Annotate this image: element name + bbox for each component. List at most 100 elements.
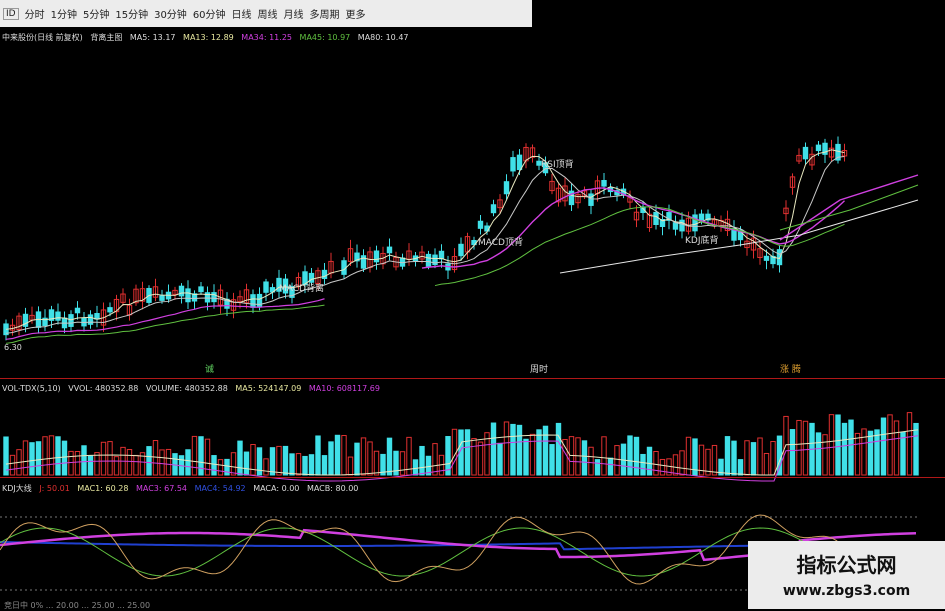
volume-bar bbox=[776, 435, 783, 476]
volume-bar bbox=[42, 436, 48, 476]
volume-bar bbox=[22, 440, 29, 476]
candle bbox=[698, 213, 705, 221]
volume-bar bbox=[802, 420, 809, 476]
candle bbox=[386, 246, 393, 254]
candle bbox=[802, 146, 809, 160]
volume-bar bbox=[87, 455, 94, 476]
candle bbox=[815, 144, 822, 152]
volume-bar bbox=[835, 414, 841, 476]
candle bbox=[588, 193, 594, 206]
bottom-status: 竞日中 0% ... 20.00 ... 25.00 ... 25.00 bbox=[4, 601, 151, 610]
volume-bar bbox=[55, 436, 61, 476]
vol-ma10-value: MA10: 608117.69 bbox=[308, 384, 380, 393]
candle bbox=[490, 204, 497, 214]
kdj-mac3-value: MAC3: 67.54 bbox=[135, 484, 188, 493]
volume-bar bbox=[841, 422, 848, 476]
volume-bar bbox=[724, 436, 731, 476]
candle bbox=[107, 307, 113, 313]
candle bbox=[250, 294, 256, 308]
volume-bar bbox=[887, 414, 893, 476]
candle bbox=[68, 314, 74, 327]
volume-bar bbox=[549, 444, 555, 476]
candle bbox=[74, 307, 81, 314]
watermark-url: www.zbgs3.com bbox=[782, 583, 911, 599]
price-chart[interactable] bbox=[0, 0, 945, 609]
volume-bar bbox=[893, 420, 900, 476]
annotation-kdj: KDJ底背 bbox=[685, 236, 719, 246]
candle bbox=[672, 222, 679, 230]
volume-bar bbox=[94, 452, 100, 476]
volume-bar bbox=[315, 435, 321, 476]
volume-bar bbox=[9, 454, 16, 476]
vvol-value: VVOL: 480352.88 bbox=[68, 384, 139, 393]
volume-bar bbox=[542, 425, 549, 476]
candle bbox=[55, 311, 61, 321]
volume-bar bbox=[815, 432, 822, 476]
volume-bar bbox=[731, 440, 737, 476]
candle bbox=[198, 286, 204, 293]
volume-bar bbox=[867, 430, 874, 476]
candle bbox=[503, 181, 510, 195]
candle bbox=[211, 292, 217, 303]
volume-bar bbox=[477, 441, 484, 476]
volume-bar bbox=[230, 452, 237, 476]
volume-bar bbox=[159, 449, 165, 476]
volume-bar bbox=[81, 445, 87, 476]
volume-bar bbox=[653, 450, 659, 476]
candle bbox=[601, 180, 607, 187]
volume-bar bbox=[601, 436, 607, 476]
volume-bar bbox=[100, 441, 107, 476]
volume-bar bbox=[165, 448, 172, 476]
candle bbox=[692, 214, 698, 232]
candle bbox=[679, 219, 685, 232]
separator-line bbox=[0, 378, 945, 379]
candle bbox=[458, 243, 464, 257]
candle bbox=[510, 157, 516, 172]
annotation-rsi-top: RSI顶背 bbox=[541, 160, 574, 170]
volume-bar bbox=[321, 455, 328, 476]
vol-name[interactable]: VOL-TDX(5,10) bbox=[2, 384, 61, 393]
kdj-macb-value: MACB: 80.00 bbox=[306, 484, 359, 493]
candle bbox=[425, 253, 432, 267]
volume-bar bbox=[880, 417, 887, 476]
vol-ma5-value: MA5: 524147.09 bbox=[235, 384, 302, 393]
volume-bar bbox=[581, 440, 588, 476]
kdj-mac4-value: MAC4: 54.92 bbox=[194, 484, 246, 493]
volume-bar bbox=[107, 441, 113, 476]
price-low-label: 6.30 bbox=[4, 343, 22, 352]
volume-bar bbox=[113, 456, 120, 476]
volume-bar bbox=[308, 454, 315, 476]
kdj-info: KDJ大线 J: 50.01 MAC1: 60.28 MAC3: 67.54 M… bbox=[2, 483, 363, 494]
volume-bar bbox=[432, 443, 438, 476]
volume-bar bbox=[146, 446, 152, 476]
volume-value: VOLUME: 480352.88 bbox=[145, 384, 228, 393]
date-label-1: 诚 bbox=[205, 365, 215, 375]
kdj-j-value: J: 50.01 bbox=[39, 484, 70, 493]
volume-bar bbox=[737, 459, 744, 476]
volume-bar bbox=[854, 432, 861, 476]
volume-bar bbox=[172, 453, 178, 476]
kdj-mac1-value: MAC1: 60.28 bbox=[77, 484, 129, 493]
volume-bar bbox=[471, 438, 477, 476]
volume-bar bbox=[334, 434, 341, 476]
ma45-tail bbox=[779, 184, 919, 231]
volume-bar bbox=[614, 445, 620, 476]
volume-bar bbox=[211, 455, 217, 476]
candle bbox=[185, 288, 191, 303]
volume-bar bbox=[269, 447, 276, 476]
candle bbox=[178, 285, 185, 297]
candle bbox=[87, 314, 94, 325]
volume-bar bbox=[35, 441, 42, 476]
volume-bar bbox=[276, 445, 282, 476]
volume-bar bbox=[61, 440, 68, 476]
candle bbox=[263, 281, 269, 293]
volume-bar bbox=[555, 422, 562, 476]
volume-bar bbox=[243, 451, 250, 476]
volume-bar bbox=[126, 449, 133, 476]
candle bbox=[653, 211, 659, 225]
annotation-macd-high: MACD顶背 bbox=[478, 238, 523, 248]
volume-bar bbox=[347, 456, 354, 476]
kdj-name[interactable]: KDJ大线 bbox=[2, 484, 32, 493]
volume-bar bbox=[497, 442, 503, 476]
volume-bar bbox=[3, 436, 9, 476]
